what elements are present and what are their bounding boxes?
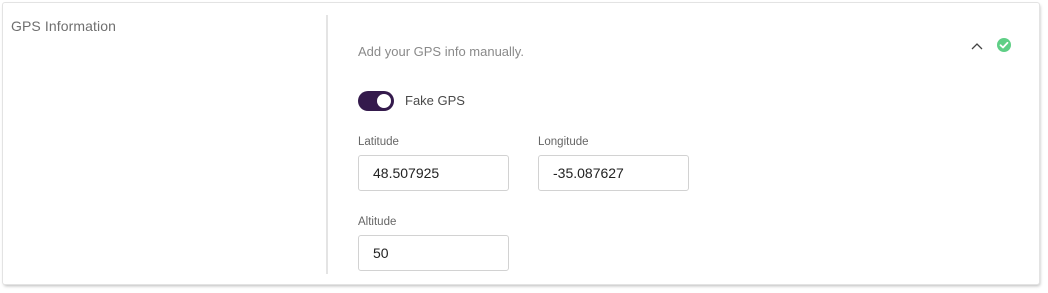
check-circle-icon [997,38,1011,52]
chevron-up-icon [971,43,983,50]
altitude-label: Altitude [358,216,397,228]
longitude-label: Longitude [538,136,589,148]
longitude-input[interactable] [538,155,689,191]
latitude-label: Latitude [358,136,399,148]
fake-gps-label: Fake GPS [405,93,465,108]
section-description: Add your GPS info manually. [358,44,524,59]
section-divider [326,15,328,274]
collapse-button[interactable] [968,37,986,55]
altitude-input[interactable] [358,235,509,271]
latitude-input[interactable] [358,155,509,191]
gps-information-panel: GPS Information Add your GPS info manual… [3,3,1039,284]
toggle-knob [377,94,391,108]
fake-gps-toggle[interactable] [358,91,394,111]
section-title: GPS Information [11,18,116,34]
